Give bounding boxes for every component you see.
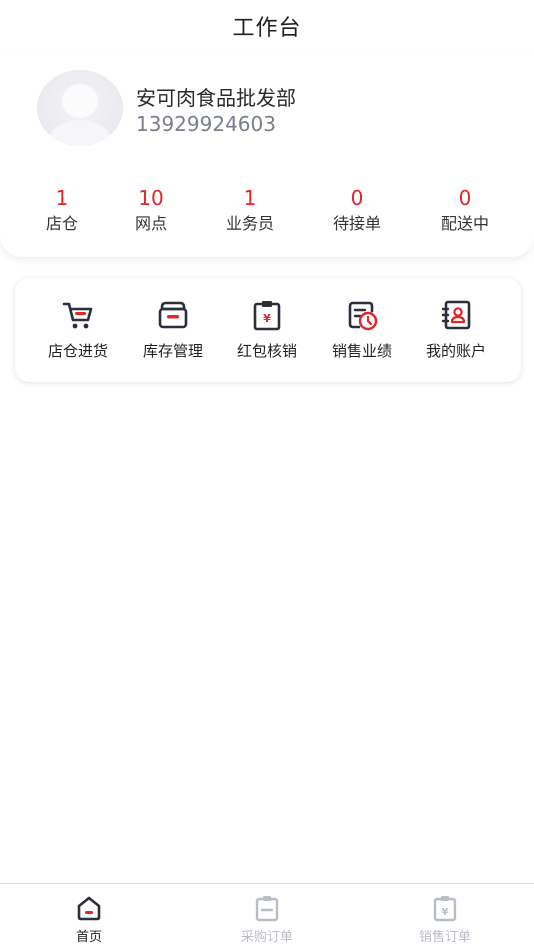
- shop-name: 安可肉食品批发部: [136, 86, 296, 110]
- account-card-icon: [441, 300, 471, 330]
- sales-order-icon: ¥: [433, 896, 457, 922]
- stat-value: 0: [350, 186, 364, 210]
- tab-home[interactable]: 首页: [29, 884, 149, 950]
- tool-label: 库存管理: [142, 342, 203, 360]
- svg-text:¥: ¥: [442, 907, 449, 918]
- page-title: 工作台: [232, 16, 302, 41]
- tool-label: 店仓进货: [47, 342, 108, 360]
- tool-label: 我的账户: [425, 342, 486, 360]
- tool-sales-performance[interactable]: 销售业绩: [315, 298, 409, 368]
- stat-store-warehouse[interactable]: 1 店仓: [22, 185, 102, 236]
- phone-number: 13929924603: [136, 112, 276, 136]
- tool-label: 红包核销: [236, 342, 297, 360]
- svg-text:¥: ¥: [263, 312, 271, 325]
- tab-sales-orders[interactable]: ¥ 销售订单: [385, 884, 505, 950]
- tab-label: 首页: [75, 930, 102, 945]
- stat-value: 0: [458, 186, 472, 210]
- profile-card: 安可肉食品批发部 13929924603 1 店仓 10 网点 1 业务员 0 …: [0, 52, 534, 257]
- home-icon: [77, 896, 101, 921]
- tools-card: 店仓进货 库存管理 ¥ 红包核销 销售业绩 我的账户: [15, 278, 521, 382]
- stat-value: 10: [138, 186, 164, 210]
- stat-salesmen[interactable]: 1 业务员: [210, 185, 290, 236]
- tool-label: 销售业绩: [331, 342, 392, 360]
- stat-label: 业务员: [225, 214, 274, 233]
- inventory-box-icon: [158, 301, 188, 329]
- red-packet-clipboard-icon: ¥: [253, 301, 281, 331]
- tool-my-account[interactable]: 我的账户: [409, 298, 503, 368]
- stat-label: 店仓: [45, 214, 78, 233]
- stat-label: 网点: [134, 214, 167, 233]
- tab-label: 采购订单: [240, 930, 293, 945]
- tool-red-packet[interactable]: ¥ 红包核销: [220, 298, 314, 368]
- stat-label: 配送中: [440, 214, 489, 233]
- cart-icon: [62, 302, 93, 329]
- tool-inventory[interactable]: 库存管理: [126, 298, 220, 368]
- stat-value: 1: [55, 186, 69, 210]
- stat-value: 1: [243, 186, 257, 210]
- sales-report-clock-icon: [348, 301, 378, 331]
- avatar[interactable]: [37, 70, 123, 146]
- stat-pending-orders[interactable]: 0 待接单: [317, 185, 397, 236]
- tab-label: 销售订单: [418, 930, 471, 945]
- stat-delivering[interactable]: 0 配送中: [425, 185, 505, 236]
- bottom-tabbar: 首页 采购订单 ¥ 销售订单: [0, 883, 534, 950]
- stat-label: 待接单: [332, 214, 381, 233]
- tool-store-purchase[interactable]: 店仓进货: [31, 298, 125, 368]
- tab-purchase-orders[interactable]: 采购订单: [207, 884, 327, 950]
- purchase-order-icon: [255, 896, 279, 922]
- stat-outlets[interactable]: 10 网点: [111, 185, 191, 236]
